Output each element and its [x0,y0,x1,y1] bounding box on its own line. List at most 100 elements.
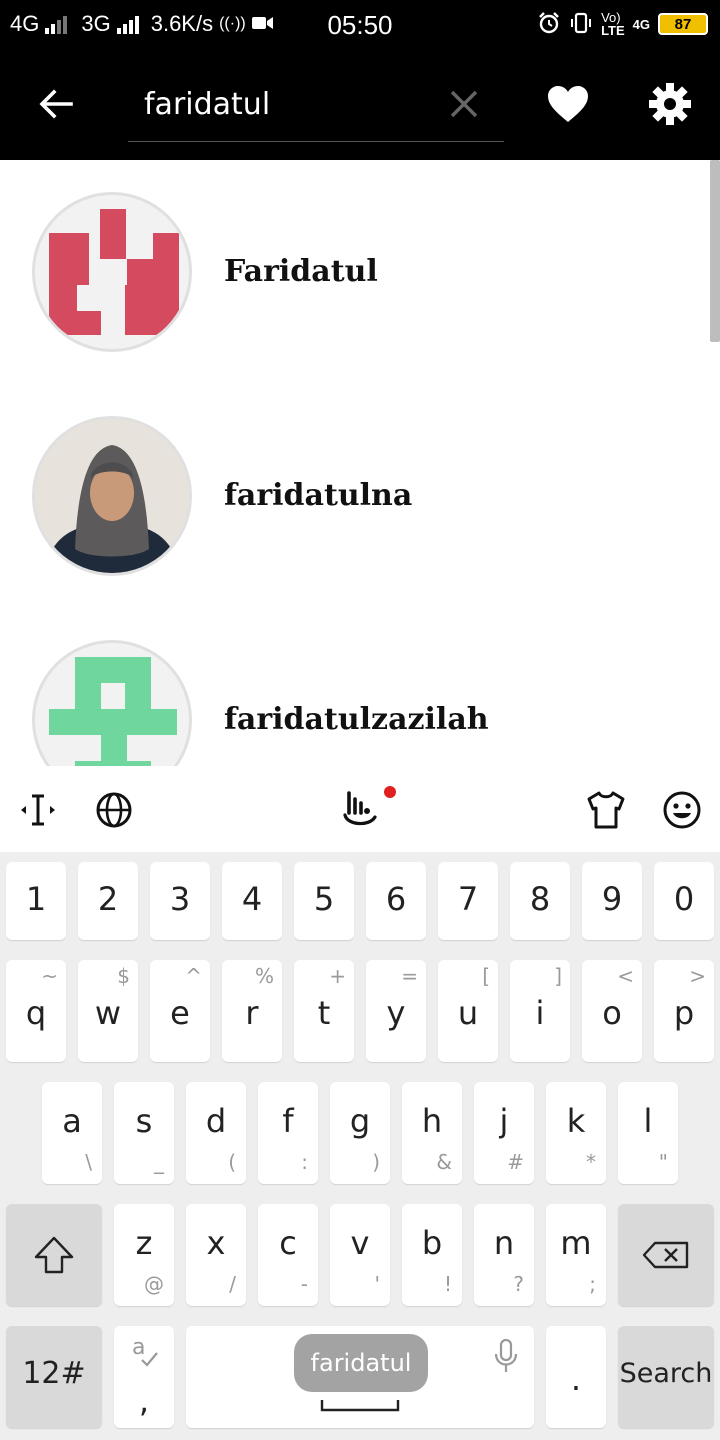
key-q[interactable]: ~ q [6,960,66,1062]
key-0[interactable]: 0 [654,862,714,940]
search-action-key[interactable]: Search [618,1326,714,1428]
battery-level: 87 [674,15,692,33]
avatar [32,416,192,576]
key-i[interactable]: ] i [510,960,570,1062]
comma-label: , [138,1382,150,1420]
settings-button[interactable] [642,76,698,132]
globe-icon [96,792,132,828]
volte-bottom: LTE [601,23,625,38]
key-h[interactable]: h & [402,1082,462,1184]
volte-indicator: Vo) LTE [601,11,625,37]
key-x[interactable]: x / [186,1204,246,1306]
scrollbar[interactable] [710,160,720,342]
microphone-icon[interactable] [492,1338,520,1374]
clear-icon [450,90,478,118]
key-r[interactable]: % r [222,960,282,1062]
cursor-button[interactable] [16,788,60,832]
lte-indicator: 4G [632,16,650,32]
key-2[interactable]: 2 [78,862,138,940]
heart-icon [548,86,588,122]
result-username: faridatulzazilah [224,702,489,737]
backspace-icon [642,1241,689,1269]
symbols-key[interactable]: 12# [6,1326,102,1428]
key-c[interactable]: c- [258,1204,318,1306]
gear-icon [649,83,691,125]
key-p[interactable]: > p [654,960,714,1062]
key-e[interactable]: ^ e [150,960,210,1062]
key-g[interactable]: g) [330,1082,390,1184]
keyboard-toolbar [0,766,720,852]
top-app-bar [0,48,720,160]
space-bar-icon [320,1400,400,1412]
search-input[interactable] [144,82,444,126]
space-key[interactable]: faridatul [186,1326,534,1428]
key-b[interactable]: b! [402,1204,462,1306]
theme-shirt-icon [587,791,625,829]
result-username: faridatulna [224,478,413,513]
cursor-icon [21,794,55,826]
notification-dot [384,786,396,798]
backspace-key[interactable] [618,1204,714,1306]
period-label: . [570,1360,582,1398]
key-u[interactable]: [u [438,960,498,1062]
key-t[interactable]: + t [294,960,354,1062]
key-1[interactable]: 1 [6,862,66,940]
shift-key[interactable] [6,1204,102,1306]
key-5[interactable]: 5 [294,862,354,940]
search-action-label: Search [619,1358,713,1389]
comma-key[interactable]: a , [114,1326,174,1428]
gesture-hand-icon [343,791,377,826]
language-button[interactable] [92,788,136,832]
key-l[interactable]: l " [618,1082,678,1184]
back-arrow-icon [39,89,73,119]
key-7[interactable]: 7 [438,862,498,940]
red-identicon [49,209,179,335]
status-right: Vo) LTE 4G 87 [537,0,708,48]
status-bar: 4G 3G 3.6K/s ((·)) 05:50 Vo) LTE 4G 87 [0,0,720,48]
key-k[interactable]: k * [546,1082,606,1184]
battery-icon: 87 [658,13,708,35]
key-d[interactable]: d( [186,1082,246,1184]
theme-button[interactable] [584,788,628,832]
alarm-icon [537,11,561,38]
symbols-label: 12# [22,1356,86,1391]
emoji-icon [663,791,701,829]
vibrate-icon [569,11,593,38]
search-results-list: Faridatul faridatulna faridatulzazilah [0,160,720,766]
key-8[interactable]: 8 [510,862,570,940]
key-f[interactable]: f: [258,1082,318,1184]
key-z[interactable]: z @ [114,1204,174,1306]
key-9[interactable]: 9 [582,862,642,940]
key-s[interactable]: s _ [114,1082,174,1184]
gesture-button[interactable] [338,786,396,832]
search-bar [128,70,504,142]
back-button[interactable] [28,76,84,132]
shift-icon [34,1236,74,1274]
key-6[interactable]: 6 [366,862,426,940]
profile-photo [35,419,189,573]
favorites-button[interactable] [540,76,596,132]
key-a[interactable]: a \ [42,1082,102,1184]
period-key[interactable]: . [546,1326,606,1428]
key-n[interactable]: n? [474,1204,534,1306]
key-y[interactable]: = y [366,960,426,1062]
key-v[interactable]: v ' [330,1204,390,1306]
key-j[interactable]: j # [474,1082,534,1184]
result-item[interactable]: faridatulna [0,384,700,608]
soft-keyboard: 1 2 3 4 5 6 7 8 9 0 ~ q $ w ^ e % r + t = y [u… [0,766,720,1440]
green-identicon [49,657,177,766]
avatar [32,192,192,352]
avatar [32,640,192,766]
space-suggestion[interactable]: faridatul [294,1334,428,1392]
key-m[interactable]: m; [546,1204,606,1306]
key-o[interactable]: < o [582,960,642,1062]
key-3[interactable]: 3 [150,862,210,940]
key-4[interactable]: 4 [222,862,282,940]
result-item[interactable]: faridatulzazilah [0,608,700,766]
key-w[interactable]: $ w [78,960,138,1062]
clear-button[interactable] [444,84,484,124]
svg-text:a: a [132,1335,145,1360]
result-item[interactable]: Faridatul [0,160,700,384]
spellcheck-icon: a [132,1335,158,1367]
emoji-button[interactable] [660,788,704,832]
